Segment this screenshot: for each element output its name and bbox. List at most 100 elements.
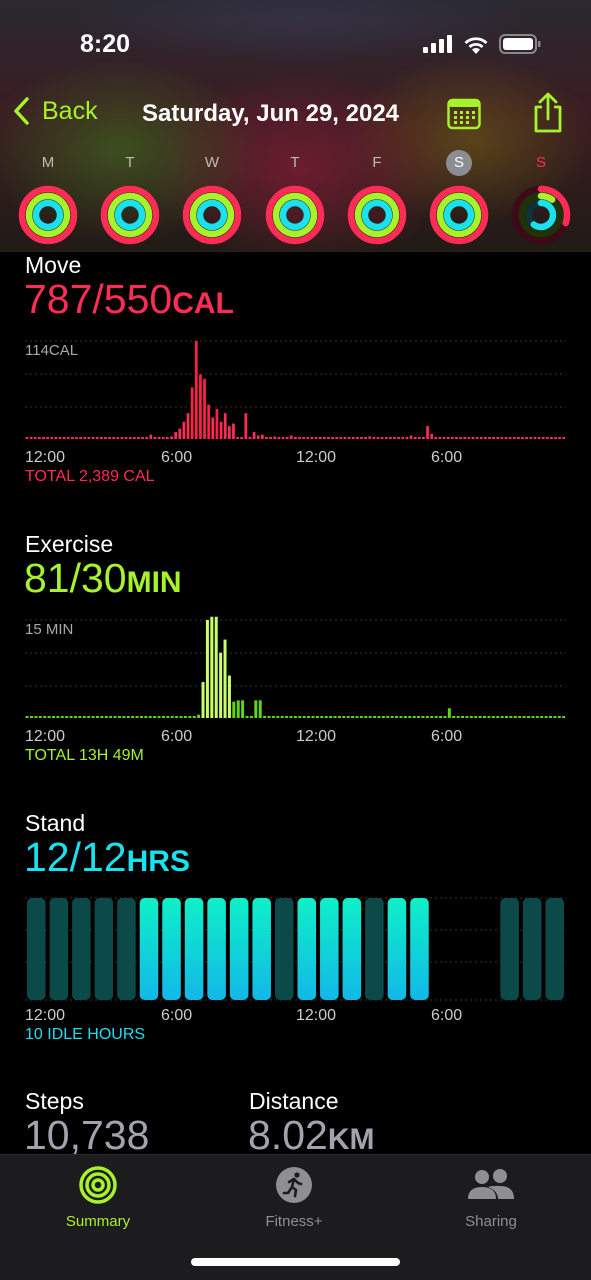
move-bar: [108, 437, 111, 439]
back-button[interactable]: Back: [12, 96, 98, 126]
exercise-bar: [315, 716, 319, 718]
exercise-bar: [500, 716, 504, 718]
move-bar: [500, 437, 504, 439]
exercise-bar: [219, 652, 223, 718]
move-bar: [153, 437, 157, 439]
exercise-bar: [509, 716, 513, 718]
move-bar: [178, 428, 182, 439]
tab-summary[interactable]: Summary: [33, 1165, 163, 1230]
move-bar: [116, 437, 120, 439]
summary-content: Move 787/550CAL 114CAL 12:00 6:00 12:00 6:0…: [0, 252, 591, 1154]
exercise-bar: [47, 716, 51, 718]
exercise-bar: [276, 716, 280, 718]
exercise-bar: [381, 716, 385, 718]
move-bar: [541, 437, 545, 439]
stand-bar-active: [207, 898, 226, 1000]
exercise-bar: [390, 716, 394, 718]
tab-fitness-plus[interactable]: Fitness+: [229, 1165, 359, 1230]
exercise-bar: [153, 716, 157, 718]
move-bar: [54, 437, 58, 439]
move-bar: [376, 437, 380, 439]
tab-sharing[interactable]: Sharing: [426, 1165, 556, 1230]
day-6[interactable]: S: [509, 150, 573, 246]
runner-icon: [276, 1167, 312, 1203]
move-bar: [455, 437, 458, 439]
move-bar: [207, 404, 211, 439]
move-value: 787/550CAL: [24, 276, 234, 323]
share-icon: [534, 92, 562, 133]
x-tick-label: 12:00: [25, 449, 65, 466]
home-indicator[interactable]: [191, 1258, 400, 1266]
calendar-icon: [447, 98, 481, 130]
move-bar: [33, 437, 37, 439]
day-3[interactable]: T: [263, 150, 327, 246]
move-bar: [322, 437, 326, 439]
activity-ring: [265, 185, 325, 245]
day-2[interactable]: W: [180, 150, 244, 246]
move-bar: [174, 432, 178, 439]
move-bar: [252, 432, 256, 439]
stand-title: Stand: [25, 810, 86, 836]
move-bar: [339, 437, 343, 439]
exercise-bar: [491, 716, 495, 718]
exercise-bar: [549, 716, 553, 718]
x-tick-label: 6:00: [161, 728, 192, 745]
move-bar: [46, 437, 49, 439]
move-bar: [128, 437, 132, 439]
status-icons: [423, 34, 541, 54]
move-bar: [302, 437, 306, 439]
move-bar: [186, 413, 190, 439]
move-bar: [508, 437, 512, 439]
move-bar: [190, 387, 194, 439]
exercise-bar: [351, 716, 355, 718]
move-bar: [95, 437, 99, 439]
exercise-bar: [192, 716, 196, 718]
move-bar: [310, 437, 314, 439]
calendar-button[interactable]: [447, 98, 481, 135]
stand-bar-idle: [274, 898, 294, 1000]
move-bar: [50, 437, 54, 439]
move-value-number: 787/550: [24, 276, 173, 322]
move-bar: [335, 437, 339, 439]
exercise-bar: [197, 714, 201, 718]
move-bar: [281, 437, 285, 439]
exercise-bar: [329, 716, 333, 718]
exercise-bar: [368, 716, 372, 718]
exercise-bar: [408, 716, 412, 718]
stand-bar-idle: [545, 898, 564, 1000]
exercise-bar: [417, 716, 421, 718]
stand-bar-idle: [522, 898, 542, 1000]
move-bar: [446, 437, 450, 439]
share-button[interactable]: [531, 92, 565, 139]
exercise-bar: [355, 716, 359, 718]
exercise-bar: [452, 716, 456, 718]
move-bar: [463, 437, 467, 439]
day-1[interactable]: T: [98, 150, 162, 246]
exercise-bar: [139, 716, 143, 718]
stand-unit: HRS: [126, 845, 190, 878]
exercise-bar: [434, 716, 438, 718]
exercise-bar: [324, 716, 328, 718]
move-bar: [62, 437, 66, 439]
back-label: Back: [42, 96, 98, 125]
exercise-bar: [430, 716, 434, 718]
day-5[interactable]: S: [427, 150, 491, 246]
steps-title: Steps: [25, 1088, 84, 1114]
day-4[interactable]: F: [345, 150, 409, 246]
move-bar: [157, 437, 161, 439]
move-bar: [71, 437, 74, 439]
move-bar: [91, 437, 95, 439]
move-bar: [343, 437, 347, 439]
move-bar: [409, 435, 413, 439]
exercise-bar: [522, 716, 526, 718]
move-bar: [83, 437, 87, 439]
move-bar: [459, 437, 462, 439]
move-bar: [475, 437, 479, 439]
stand-bar-idle: [117, 898, 136, 1000]
move-bar: [327, 437, 330, 439]
exercise-bar: [135, 716, 139, 718]
stand-bar-idle: [72, 898, 91, 1000]
x-tick-label: 12:00: [296, 449, 336, 466]
day-0[interactable]: M: [16, 150, 80, 246]
stand-bar-idle: [27, 898, 46, 1000]
